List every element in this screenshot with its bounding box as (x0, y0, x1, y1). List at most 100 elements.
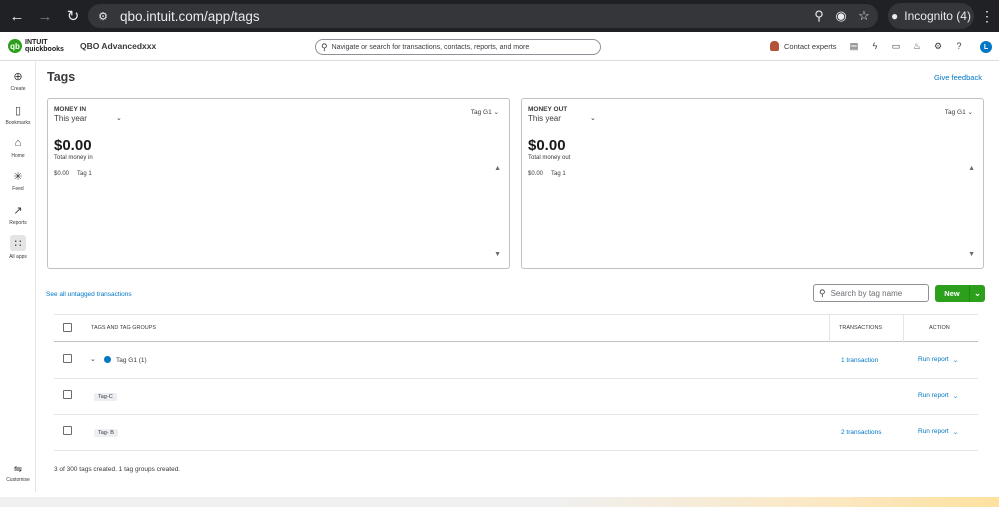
incognito-badge[interactable]: ● Incognito (4) (888, 3, 974, 29)
tag-pill[interactable]: Tag- B (94, 429, 118, 437)
chat-icon[interactable]: ▭ (890, 40, 902, 52)
tag-pill[interactable]: Tag-C (94, 393, 117, 401)
scroll-up-icon[interactable]: ▲ (968, 165, 975, 172)
header-tags[interactable]: TAGS AND TAG GROUPS (91, 325, 156, 331)
customise-label: Customise (6, 477, 30, 483)
sidebar-item-label: Create (10, 86, 26, 92)
tag-group-name[interactable]: Tag G1 (1) (116, 357, 147, 364)
money-in-row-tag: Tag 1 (77, 171, 92, 177)
money-in-total-label: Total money in (54, 155, 93, 161)
bottom-bar (0, 497, 999, 507)
money-in-row: $0.00 Tag 1 (54, 171, 92, 177)
sidebar-item-label: Feed (12, 186, 24, 192)
table-row: Tag- B 2 transactions Run report ⌄ (54, 415, 978, 451)
run-report-button[interactable]: Run report ⌄ (918, 392, 958, 400)
chevron-down-icon[interactable]: ⌄ (953, 392, 958, 400)
left-sidebar: ⊕ Create ▯ Bookmarks ⌂ Home ✳ Feed ↗ Rep… (0, 62, 36, 492)
money-in-tag-label: Tag G1 (470, 109, 492, 116)
give-feedback-link[interactable]: Give feedback (934, 73, 982, 82)
money-in-tag-select[interactable]: Tag G1 ⌄ (471, 108, 499, 116)
clipboard-icon[interactable]: ▤ (848, 40, 860, 52)
money-out-row-amount: $0.00 (528, 171, 544, 177)
chevron-down-icon[interactable]: ⌄ (116, 114, 122, 122)
tag-count-note: 3 of 300 tags created. 1 tag groups crea… (54, 466, 181, 473)
sidebar-item-bookmarks[interactable]: ▯ Bookmarks (0, 103, 36, 127)
expand-chevron-icon[interactable]: ⌄ (90, 355, 96, 363)
contact-experts-label: Contact experts (784, 41, 837, 51)
bookmark-icon: ▯ (14, 104, 22, 117)
transactions-link[interactable]: 1 transaction (841, 357, 878, 364)
run-report-button[interactable]: Run report ⌄ (918, 356, 958, 364)
table-header: TAGS AND TAG GROUPS TRANSACTIONS ACTION (54, 314, 978, 343)
lightning-icon[interactable]: ϟ (869, 40, 881, 52)
money-in-heading: MONEY IN (54, 106, 87, 113)
incognito-label: Incognito (4) (904, 9, 971, 23)
money-out-total-label: Total money out (528, 155, 571, 161)
sidebar-item-feed[interactable]: ✳ Feed (0, 169, 36, 193)
money-out-row: $0.00 Tag 1 (528, 171, 566, 177)
contact-experts-button[interactable]: Contact experts (770, 41, 837, 51)
zoom-icon[interactable]: ⚲ (810, 7, 828, 25)
plus-circle-icon: ⊕ (13, 70, 23, 83)
money-in-period-select[interactable]: This year (54, 114, 87, 123)
quickbooks-logo[interactable]: qb INTUIT quickbooks (8, 39, 64, 53)
money-out-period-select[interactable]: This year (528, 114, 561, 123)
expert-avatar-icon (770, 41, 779, 51)
chevron-down-icon[interactable]: ⌄ (953, 356, 958, 364)
tag-search-placeholder: Search by tag name (830, 288, 903, 298)
tag-search-input[interactable]: ⚲ Search by tag name (813, 284, 929, 302)
incognito-icon: ● (891, 9, 899, 23)
sidebar-item-all-apps[interactable]: ∷ All apps (0, 235, 36, 260)
gear-icon[interactable]: ⚙ (932, 40, 944, 52)
header-transactions: TRANSACTIONS (839, 325, 883, 331)
scroll-down-icon[interactable]: ▼ (494, 251, 501, 258)
help-icon[interactable]: ? (953, 40, 965, 52)
chevron-down-icon[interactable]: ⌄ (970, 289, 985, 298)
row-checkbox[interactable] (63, 426, 72, 435)
row-checkbox[interactable] (63, 354, 72, 363)
money-out-tag-label: Tag G1 (944, 109, 966, 116)
search-icon: ⚲ (321, 41, 328, 52)
row-checkbox[interactable] (63, 390, 72, 399)
run-report-button[interactable]: Run report ⌄ (918, 428, 958, 436)
money-out-heading: MONEY OUT (528, 106, 568, 113)
star-icon[interactable]: ☆ (855, 7, 873, 25)
run-report-label: Run report (918, 428, 949, 435)
money-in-card: MONEY IN This year ⌄ Tag G1 ⌄ $0.00 Tota… (47, 98, 510, 269)
scroll-up-icon[interactable]: ▲ (494, 165, 501, 172)
address-bar[interactable]: ⚙ qbo.intuit.com/app/tags ⚲ ◉ ☆ (88, 4, 878, 28)
chevron-down-icon[interactable]: ⌄ (590, 114, 596, 122)
money-out-tag-select[interactable]: Tag G1 ⌄ (945, 108, 973, 116)
sidebar-item-label: Reports (9, 220, 27, 226)
global-search-input[interactable]: ⚲ Navigate or search for transactions, c… (315, 39, 601, 55)
run-report-label: Run report (918, 392, 949, 399)
select-all-checkbox[interactable] (63, 323, 72, 332)
untagged-transactions-link[interactable]: See all untagged transactions (46, 291, 132, 298)
new-button[interactable]: New ⌄ (935, 285, 985, 302)
eye-off-icon[interactable]: ◉ (832, 7, 850, 25)
sidebar-item-reports[interactable]: ↗ Reports (0, 203, 36, 227)
money-in-amount: $0.00 (54, 137, 92, 154)
page-title: Tags (47, 70, 76, 84)
back-icon[interactable]: ← (6, 5, 28, 27)
transactions-link[interactable]: 2 transactions (841, 429, 881, 436)
bell-icon[interactable]: ♨ (911, 40, 923, 52)
browser-toolbar: ← → ↻ ⚙ qbo.intuit.com/app/tags ⚲ ◉ ☆ ● … (0, 0, 999, 32)
sliders-icon: ⇋ (13, 464, 23, 475)
sidebar-item-create[interactable]: ⊕ Create (0, 69, 36, 93)
new-button-label: New (944, 289, 960, 298)
user-avatar[interactable]: L (980, 41, 992, 53)
scroll-down-icon[interactable]: ▼ (968, 251, 975, 258)
url-text[interactable]: qbo.intuit.com/app/tags (120, 9, 260, 24)
app-header: qb INTUIT quickbooks QBO Advancedxxx ⚲ N… (0, 32, 999, 61)
company-name[interactable]: QBO Advancedxxx (80, 41, 156, 51)
sidebar-item-customise[interactable]: ⇋ Customise (0, 464, 36, 483)
chevron-down-icon[interactable]: ⌄ (953, 428, 958, 436)
reload-icon[interactable]: ↻ (62, 5, 84, 27)
forward-icon[interactable]: → (34, 5, 56, 27)
sidebar-item-home[interactable]: ⌂ Home (0, 136, 36, 159)
browser-menu-icon[interactable]: ⋮ (980, 8, 994, 25)
money-in-row-amount: $0.00 (54, 171, 70, 177)
home-icon: ⌂ (14, 137, 22, 149)
site-info-icon[interactable]: ⚙ (94, 7, 112, 25)
